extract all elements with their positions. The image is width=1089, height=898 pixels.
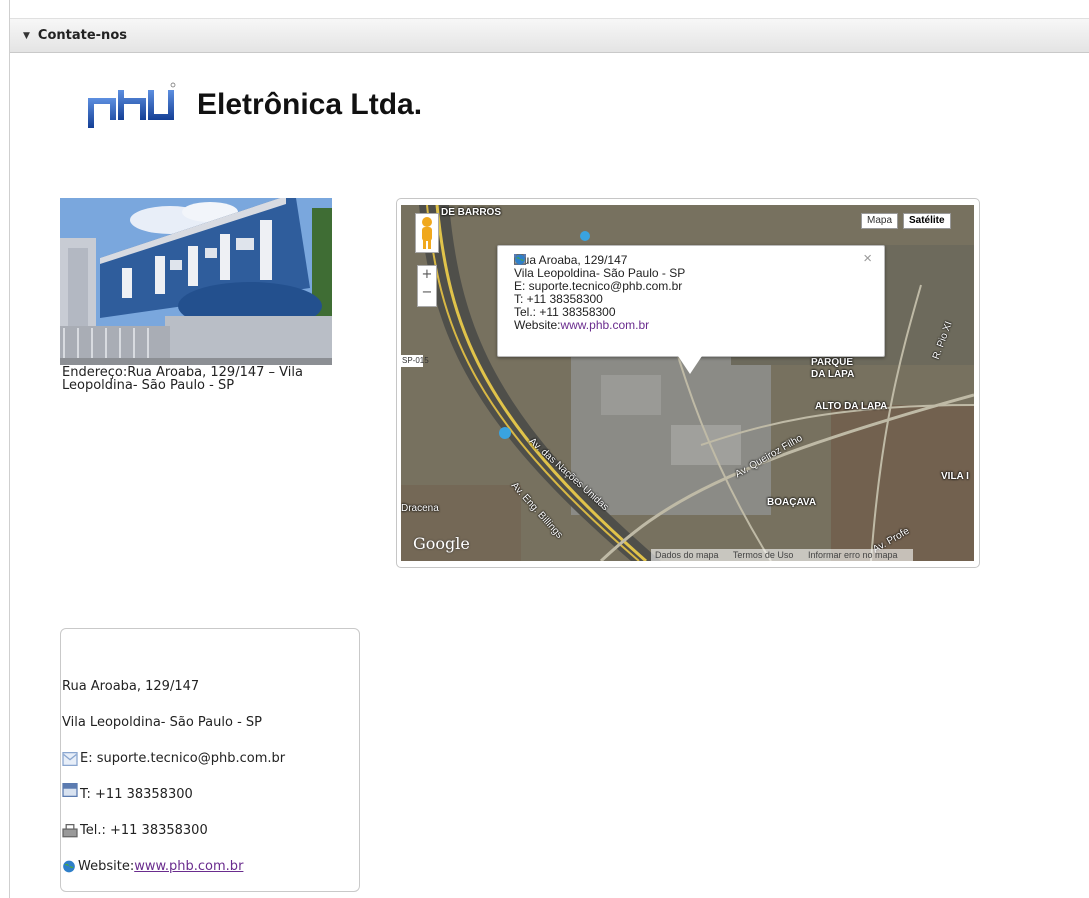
card-tel: Tel.: +11 38358300 [80, 823, 208, 838]
info-website-link[interactable]: www.phb.com.br [560, 319, 649, 332]
close-icon[interactable]: × [863, 251, 872, 266]
map-type-satellite-button[interactable]: Satélite [903, 213, 951, 229]
portlet-title: Contate-nos [37, 28, 127, 43]
phone-icon [62, 782, 78, 797]
card-website-label: Website: [78, 859, 135, 874]
building-photo [60, 198, 332, 365]
zoom-in-button[interactable]: + [418, 266, 436, 284]
email-icon [62, 751, 78, 766]
map-frame: DE BARROS PARQUE DA LAPA ALTO DA LAPA BO… [396, 198, 980, 568]
map-label-vila: VILA I [941, 471, 969, 482]
card-address1: Rua Aroaba, 129/147 [62, 679, 200, 694]
fax-icon [62, 823, 78, 837]
portlet-header[interactable]: ▼ Contate-nos [10, 18, 1089, 53]
card-website-link[interactable]: www.phb.com.br [134, 859, 243, 874]
map-label-parque: PARQUE [811, 357, 854, 368]
map-label-barros: DE BARROS [441, 207, 502, 218]
card-phone: T: +11 38358300 [80, 787, 193, 802]
photo-address-caption: Endereço:Rua Aroaba, 129/147 – Vila Leop… [62, 365, 303, 393]
road-label-dracena: Dracena [401, 503, 439, 514]
card-address2: Vila Leopoldina- São Paulo - SP [62, 715, 262, 730]
map-footer: Dados do mapa Termos de Uso Informar err… [651, 549, 914, 561]
map-terms-link[interactable]: Termos de Uso [733, 550, 794, 560]
info-website-label: Website: [514, 318, 561, 332]
street-view-pegman-icon[interactable] [415, 213, 439, 253]
satellite-map[interactable]: DE BARROS PARQUE DA LAPA ALTO DA LAPA BO… [401, 205, 974, 561]
zoom-out-button[interactable]: − [418, 284, 436, 302]
map-report-link[interactable]: Informar erro no mapa [808, 550, 898, 560]
road-label-sp015: SP-015 [402, 356, 429, 365]
map-info-window: × Rua Aroaba, 129/147 Vila Leopoldina- S… [497, 245, 885, 374]
map-label-boacava: BOAÇAVA [767, 497, 817, 508]
zoom-control: + − [417, 265, 437, 307]
info-window-tail [678, 356, 702, 374]
collapse-caret-icon[interactable]: ▼ [23, 31, 30, 41]
google-logo: Google [413, 534, 470, 553]
contact-card: Rua Aroaba, 129/147 Vila Leopoldina- São… [60, 628, 360, 892]
company-logo [88, 82, 176, 128]
map-type-mapa-button[interactable]: Mapa [861, 213, 899, 229]
company-name: Eletrônica Ltda. [197, 88, 423, 121]
map-label-alto: ALTO DA LAPA [815, 401, 888, 412]
globe-icon [515, 254, 525, 265]
card-email: E: suporte.tecnico@phb.com.br [80, 751, 286, 766]
globe-icon [63, 860, 75, 873]
map-data-link[interactable]: Dados do mapa [655, 550, 719, 560]
map-label-dalapa: DA LAPA [811, 369, 855, 380]
